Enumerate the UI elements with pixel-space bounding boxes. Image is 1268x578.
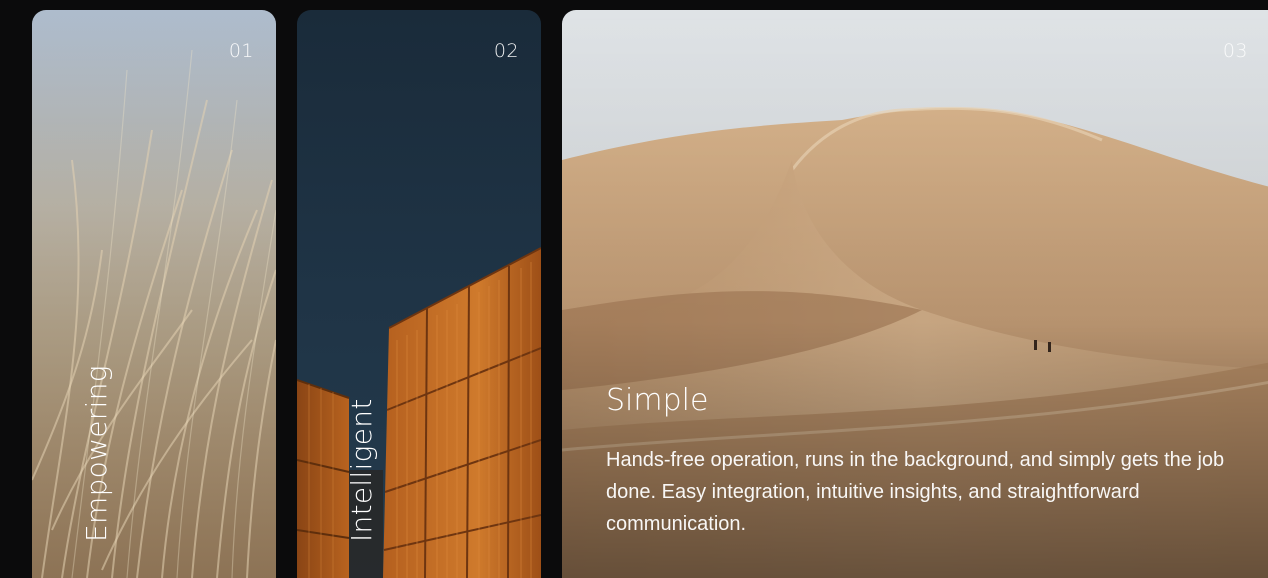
card-description: Hands-free operation, runs in the backgr… bbox=[606, 449, 1225, 535]
feature-card-intelligent[interactable]: 02 Intelligent bbox=[297, 10, 541, 578]
shipping-containers-photo bbox=[297, 10, 541, 578]
card-title: Intelligent bbox=[345, 398, 378, 542]
card-number: 03 bbox=[1222, 40, 1248, 62]
card-number: 02 bbox=[493, 40, 519, 62]
feature-card-simple[interactable]: 03 Simple Hands-free operation, runs in … bbox=[562, 10, 1268, 578]
wheat-grass-photo bbox=[32, 10, 276, 578]
feature-cards-section: 01 Empowering 02 Intelligent 03 Simple H… bbox=[0, 0, 1268, 578]
card-title: Empowering bbox=[80, 365, 113, 542]
card-number: 01 bbox=[228, 40, 254, 62]
card-title: Simple bbox=[606, 383, 709, 418]
feature-card-empowering[interactable]: 01 Empowering bbox=[32, 10, 276, 578]
card-content: Simple Hands-free operation, runs in the… bbox=[606, 382, 1226, 540]
